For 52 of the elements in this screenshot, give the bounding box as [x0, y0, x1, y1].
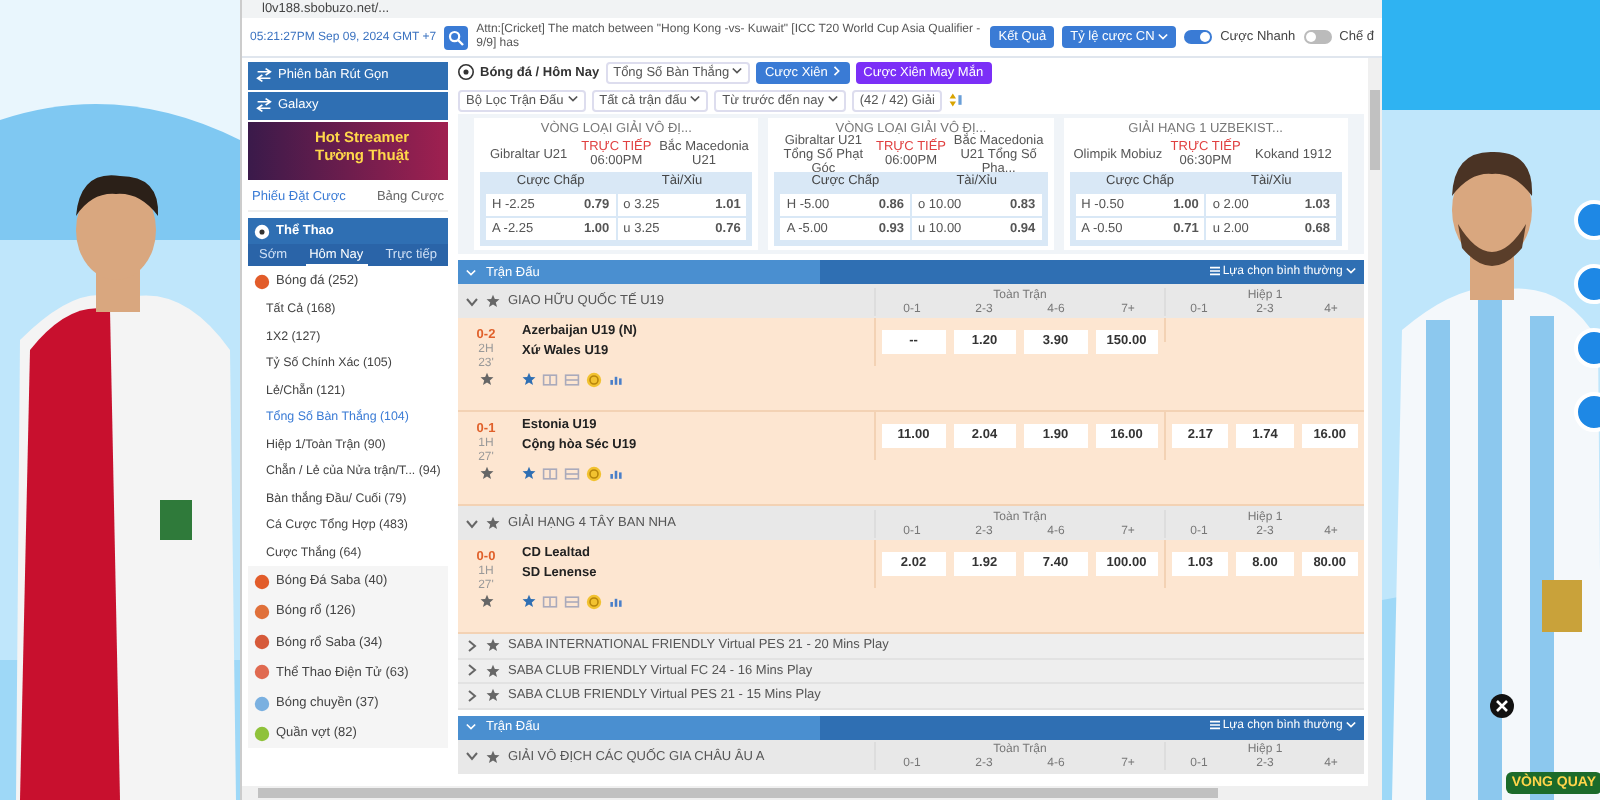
star-icon[interactable]: [486, 688, 500, 703]
scoreboard-icon[interactable]: [542, 594, 558, 610]
chevron-icon[interactable]: [466, 689, 478, 702]
scoreboard-icon[interactable]: [542, 372, 558, 388]
chevron-icon[interactable]: [466, 295, 478, 307]
star-icon[interactable]: [522, 594, 536, 608]
swap-icon: [256, 67, 272, 82]
chevron-icon[interactable]: [466, 639, 478, 652]
chevron-icon[interactable]: [466, 664, 478, 677]
caret-icon: [1346, 265, 1356, 276]
caret-icon: [567, 94, 578, 105]
caret-icon: [1158, 31, 1169, 42]
star-icon[interactable]: [486, 663, 500, 678]
star-icon[interactable]: [486, 516, 500, 530]
list-icon: [1209, 265, 1220, 276]
scrollbar-thumb[interactable]: [258, 788, 1218, 798]
stats-icon[interactable]: [608, 372, 624, 388]
ball-icon: [254, 223, 270, 239]
star-icon[interactable]: [522, 372, 536, 386]
chevron-icon[interactable]: [466, 517, 478, 529]
chevron-icon[interactable]: [466, 750, 478, 762]
star-icon[interactable]: [486, 638, 500, 653]
star-icon[interactable]: [479, 372, 493, 386]
coin-icon[interactable]: [586, 594, 602, 610]
caret-icon: [732, 66, 743, 77]
caret-icon: [690, 94, 701, 105]
star-icon[interactable]: [479, 466, 493, 480]
swap-icon: [256, 97, 272, 112]
chevron-icon: [831, 66, 842, 77]
star-icon[interactable]: [486, 294, 500, 308]
star-icon[interactable]: [486, 749, 500, 763]
ball-icon: [458, 64, 474, 80]
search-button[interactable]: [444, 25, 469, 49]
coin-icon[interactable]: [586, 372, 602, 388]
star-icon[interactable]: [479, 594, 493, 608]
stats-icon[interactable]: [608, 466, 624, 482]
stats-icon[interactable]: [608, 594, 624, 610]
coin-icon[interactable]: [586, 466, 602, 482]
star-icon[interactable]: [522, 466, 536, 480]
close-icon[interactable]: [1490, 694, 1514, 718]
sort-icon[interactable]: [948, 92, 965, 108]
tracker-icon[interactable]: [564, 466, 580, 482]
tracker-icon[interactable]: [564, 372, 580, 388]
list-icon: [1209, 720, 1220, 731]
toggle-switch[interactable]: [1184, 30, 1213, 44]
scoreboard-icon[interactable]: [542, 466, 558, 482]
scrollbar-thumb[interactable]: [1370, 90, 1380, 170]
tracker-icon[interactable]: [564, 594, 580, 610]
toggle-switch[interactable]: [1303, 30, 1332, 44]
caret-icon: [827, 94, 838, 105]
sport-icon: [254, 273, 270, 290]
caret-icon: [1346, 720, 1356, 731]
